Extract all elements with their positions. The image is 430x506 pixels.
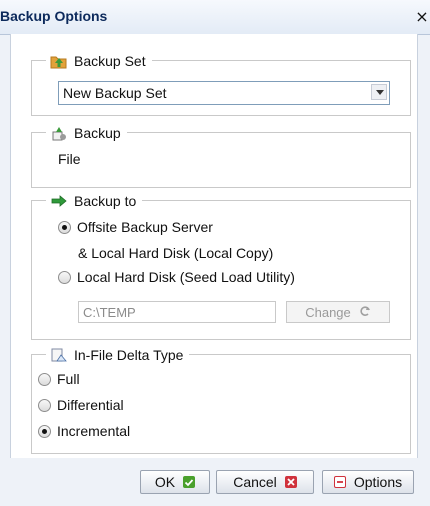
dialog-body: Backup Set New Backup Set Backup File Ba… xyxy=(10,34,418,458)
delta-full-radio[interactable]: Full xyxy=(38,371,80,387)
delta-full-label: Full xyxy=(57,371,80,387)
cancel-button[interactable]: Cancel xyxy=(216,470,314,494)
close-icon xyxy=(284,476,297,488)
offsite-backup-sub-label: & Local Hard Disk (Local Copy) xyxy=(78,245,274,261)
backup-set-heading: Backup Set xyxy=(74,53,146,69)
delta-type-heading: In-File Delta Type xyxy=(74,347,184,363)
backup-set-selected-value: New Backup Set xyxy=(63,85,167,101)
backup-set-legend: Backup Set xyxy=(46,51,152,71)
chevron-down-icon[interactable] xyxy=(371,84,387,100)
ok-button-label: OK xyxy=(154,474,176,490)
backup-heading: Backup xyxy=(74,125,121,141)
backup-legend: Backup xyxy=(46,123,127,143)
backup-set-group: Backup Set New Backup Set xyxy=(31,51,411,116)
backup-to-heading: Backup to xyxy=(74,193,137,209)
local-path-field[interactable]: C:\TEMP xyxy=(78,301,276,323)
options-icon xyxy=(333,476,346,488)
options-button[interactable]: Options xyxy=(322,470,414,494)
folder-backup-icon xyxy=(50,53,68,69)
backup-options-dialog: Backup Options × Backup Set New Backup S… xyxy=(0,0,430,506)
local-hard-disk-label: Local Hard Disk (Seed Load Utility) xyxy=(77,269,295,285)
delta-incremental-label: Incremental xyxy=(57,423,131,439)
backup-to-group: Backup to Offsite Backup Server & Local … xyxy=(31,191,411,340)
title-bar: Backup Options × xyxy=(0,0,430,35)
ok-button[interactable]: OK xyxy=(140,470,210,494)
change-path-button[interactable]: Change xyxy=(286,301,390,323)
backup-to-legend: Backup to xyxy=(46,191,143,211)
backup-type-value: File xyxy=(58,151,81,167)
delta-type-group: In-File Delta Type Full Differential Inc… xyxy=(31,345,411,454)
refresh-icon xyxy=(359,305,371,320)
backup-set-select[interactable]: New Backup Set xyxy=(58,81,390,105)
radio-selected-icon[interactable] xyxy=(58,220,71,234)
radio-selected-icon[interactable] xyxy=(38,424,51,438)
delta-type-legend: In-File Delta Type xyxy=(46,345,190,365)
backup-type-icon xyxy=(50,125,68,141)
radio-unselected-icon[interactable] xyxy=(58,270,71,284)
cancel-button-label: Cancel xyxy=(233,474,277,490)
delta-differential-radio[interactable]: Differential xyxy=(38,397,124,413)
offsite-backup-label: Offsite Backup Server xyxy=(77,219,213,235)
radio-unselected-icon[interactable] xyxy=(38,372,51,386)
backup-group: Backup File xyxy=(31,123,411,188)
radio-unselected-icon[interactable] xyxy=(38,398,51,412)
dialog-title: Backup Options xyxy=(0,8,108,24)
offsite-backup-radio[interactable]: Offsite Backup Server xyxy=(58,219,213,235)
delta-type-icon xyxy=(50,347,68,363)
backup-destination-icon xyxy=(50,193,68,209)
options-button-label: Options xyxy=(353,474,403,490)
change-button-label: Change xyxy=(305,304,351,320)
delta-incremental-radio[interactable]: Incremental xyxy=(38,423,130,439)
dialog-footer: OK Cancel Options xyxy=(10,458,416,506)
check-icon xyxy=(183,476,196,488)
local-hard-disk-radio[interactable]: Local Hard Disk (Seed Load Utility) xyxy=(58,269,295,285)
close-icon[interactable]: × xyxy=(414,8,430,26)
delta-differential-label: Differential xyxy=(57,397,124,413)
